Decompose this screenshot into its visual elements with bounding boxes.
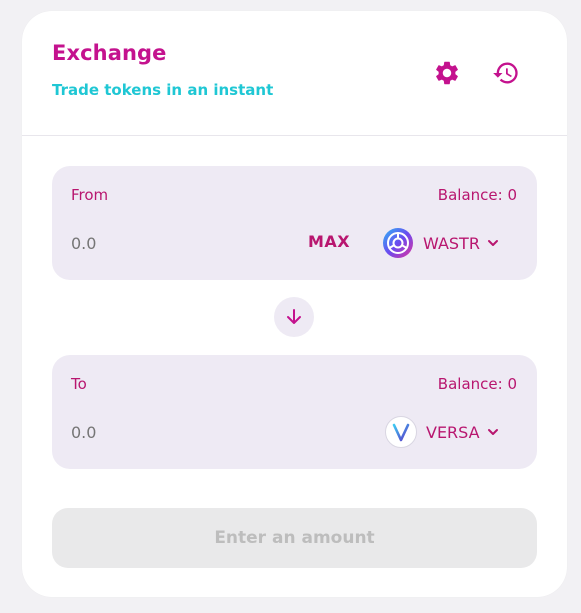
max-button[interactable]: MAX [308,232,350,251]
to-token-selector[interactable]: VERSA [385,415,500,449]
to-label: To [71,375,87,393]
swap-direction-button[interactable] [274,297,314,337]
settings-button[interactable] [430,56,464,90]
to-balance: Balance: 0 [437,375,517,393]
from-token-selector[interactable]: WASTR [382,226,500,260]
enter-amount-button[interactable]: Enter an amount [52,508,537,568]
from-amount-input[interactable] [71,230,271,256]
to-token-name: VERSA [426,422,480,442]
history-button[interactable] [489,56,523,90]
page-subtitle: Trade tokens in an instant [52,81,274,99]
from-token-name: WASTR [423,233,480,253]
versa-token-icon [385,416,417,448]
page-title: Exchange [52,41,167,65]
from-balance: Balance: 0 [437,186,517,204]
chevron-down-icon [487,240,498,246]
to-panel: To Balance: 0 VERSA [52,355,537,469]
arrow-down-icon [287,309,301,324]
wastr-token-icon [382,227,414,259]
chevron-down-icon [487,429,498,435]
from-label: From [71,186,109,204]
exchange-header: Exchange Trade tokens in an instant [22,11,567,136]
to-amount-input[interactable] [71,419,271,445]
history-icon [493,62,518,84]
from-panel: From Balance: 0 MAX [52,166,537,280]
exchange-card: Exchange Trade tokens in an instant From… [22,11,567,597]
gear-icon [436,61,458,85]
